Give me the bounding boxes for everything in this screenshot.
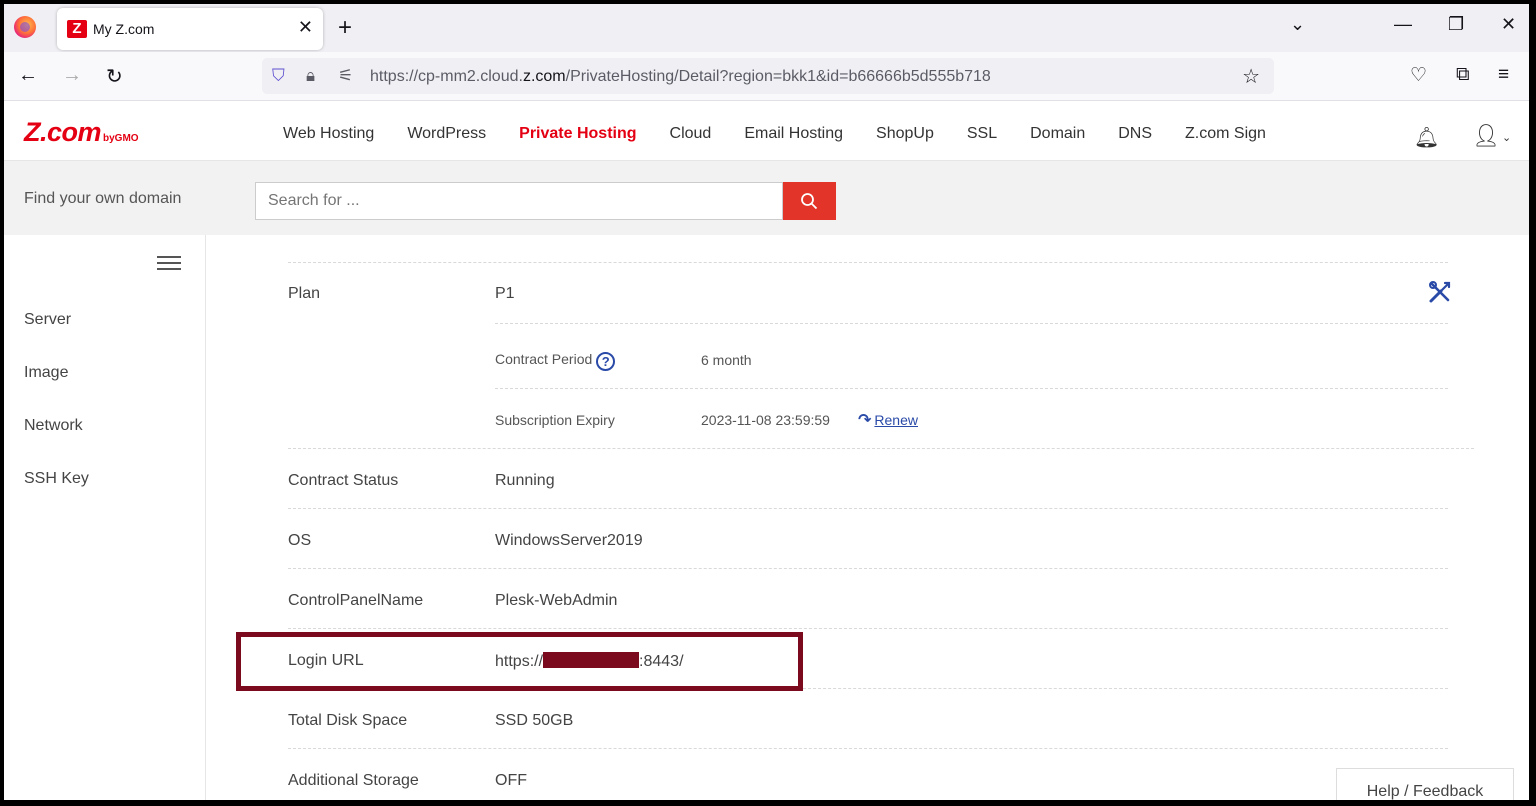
menu-zcom-sign[interactable]: Z.com Sign <box>1185 125 1266 143</box>
menu-web-hosting[interactable]: Web Hosting <box>283 125 374 143</box>
close-window-icon[interactable]: ✕ <box>1501 14 1516 35</box>
disk-space-value: SSD 50GB <box>495 712 574 729</box>
sidebar: Server Image Network SSH Key <box>4 235 206 800</box>
os-label: OS <box>288 532 312 549</box>
menu-dns[interactable]: DNS <box>1118 125 1152 143</box>
menu-hamburger-icon[interactable]: ≡ <box>1498 64 1509 86</box>
back-arrow-icon[interactable]: ← <box>18 64 38 87</box>
domain-search-button[interactable] <box>783 182 836 220</box>
url-bar[interactable]: ⛉ 🔒︎ ⚟ https://cp-mm2.cloud.z.com/Privat… <box>262 58 1274 94</box>
login-url-highlight <box>236 632 803 691</box>
server-detail-panel: Plan P1 Contract Period? 6 month Subscri… <box>206 235 1529 800</box>
minimize-icon[interactable]: — <box>1394 14 1412 35</box>
shield-icon[interactable]: ⛉ <box>272 66 285 86</box>
control-panel-label: ControlPanelName <box>288 592 424 609</box>
renew-link[interactable]: ↷ Renew <box>858 410 918 430</box>
tab-title: My Z.com <box>93 21 155 37</box>
url-text[interactable]: https://cp-mm2.cloud.z.com/PrivateHostin… <box>370 68 991 86</box>
menu-ssl[interactable]: SSL <box>967 125 997 143</box>
zcom-favicon-icon: Z <box>67 20 87 38</box>
sidebar-item-image[interactable]: Image <box>24 364 68 382</box>
sidebar-item-network[interactable]: Network <box>24 417 83 435</box>
zcom-logo[interactable]: Z.com byGMO <box>24 117 139 148</box>
contract-period-label: Contract Period? <box>495 351 616 371</box>
navigation-bar: ← → ↻ ⛉ 🔒︎ ⚟ https://cp-mm2.cloud.z.com/… <box>4 52 1529 101</box>
divider <box>288 448 1474 449</box>
plan-value: P1 <box>495 285 515 302</box>
browser-window: Z My Z.com ✕ + ⌄ — ❐ ✕ ← → ↻ ⛉ 🔒︎ ⚟ http… <box>4 4 1529 800</box>
disk-space-label: Total Disk Space <box>288 712 408 729</box>
forward-arrow-icon[interactable]: → <box>62 64 82 87</box>
tab-strip: Z My Z.com ✕ + ⌄ — ❐ ✕ <box>4 4 1529 52</box>
contract-period-value: 6 month <box>701 352 752 368</box>
help-feedback-button[interactable]: Help / Feedback <box>1336 768 1514 800</box>
domain-search-input[interactable] <box>255 182 783 220</box>
divider <box>288 262 1448 263</box>
control-panel-value: Plesk-WebAdmin <box>495 592 618 609</box>
browser-tab[interactable]: Z My Z.com ✕ <box>57 8 323 50</box>
restore-icon[interactable]: ❐ <box>1448 14 1464 35</box>
renew-redo-icon: ↷ <box>858 412 872 429</box>
menu-email-hosting[interactable]: Email Hosting <box>744 125 843 143</box>
menu-cloud[interactable]: Cloud <box>670 125 712 143</box>
user-avatar-icon[interactable]: 👤︎ <box>1472 123 1500 149</box>
plan-label: Plan <box>288 285 321 302</box>
contract-status-label: Contract Status <box>288 472 399 489</box>
os-value: WindowsServer2019 <box>495 532 643 549</box>
subscription-expiry-label: Subscription Expiry <box>495 412 615 428</box>
sidebar-item-ssh-key[interactable]: SSH Key <box>24 470 89 488</box>
divider <box>803 688 1448 689</box>
extensions-icon[interactable]: ⧉ <box>1456 64 1470 86</box>
help-question-icon[interactable]: ? <box>596 352 616 371</box>
bookmark-star-icon[interactable]: ☆ <box>1242 64 1260 89</box>
main-menu: Web Hosting WordPress Private Hosting Cl… <box>283 125 1299 143</box>
menu-private-hosting[interactable]: Private Hosting <box>519 125 636 143</box>
reload-icon[interactable]: ↻ <box>106 64 123 89</box>
domain-search-bar: Find your own domain <box>4 161 1529 235</box>
sidebar-toggle-hamburger-icon[interactable] <box>157 256 181 272</box>
additional-storage-value: OFF <box>495 772 527 789</box>
pocket-icon[interactable]: ♡ <box>1410 64 1427 87</box>
permissions-icon[interactable]: ⚟ <box>338 66 353 86</box>
notification-bell-icon[interactable]: 🔔︎ <box>1414 125 1439 150</box>
site-header: Z.com byGMO Web Hosting WordPress Private… <box>4 101 1529 161</box>
search-icon <box>801 193 818 210</box>
new-tab-icon[interactable]: + <box>338 14 352 42</box>
firefox-icon[interactable] <box>14 16 36 38</box>
menu-wordpress[interactable]: WordPress <box>407 125 486 143</box>
contract-status-value: Running <box>495 472 555 489</box>
tools-wrench-icon[interactable] <box>1428 280 1452 304</box>
domain-search-label: Find your own domain <box>24 190 182 207</box>
lock-icon[interactable]: 🔒︎ <box>306 66 315 86</box>
divider <box>288 748 1448 749</box>
close-tab-icon[interactable]: ✕ <box>298 17 313 38</box>
divider <box>288 568 1448 569</box>
divider <box>495 388 1448 389</box>
sidebar-item-server[interactable]: Server <box>24 311 71 329</box>
subscription-expiry-value: 2023-11-08 23:59:59 <box>701 412 830 428</box>
menu-domain[interactable]: Domain <box>1030 125 1085 143</box>
additional-storage-label: Additional Storage <box>288 772 419 789</box>
user-chevron-down-icon[interactable]: ⌄ <box>1502 131 1511 144</box>
divider <box>495 323 1448 324</box>
divider <box>288 508 1448 509</box>
menu-shopup[interactable]: ShopUp <box>876 125 934 143</box>
tab-list-chevron-down-icon[interactable]: ⌄ <box>1290 14 1305 35</box>
divider <box>288 628 1448 629</box>
